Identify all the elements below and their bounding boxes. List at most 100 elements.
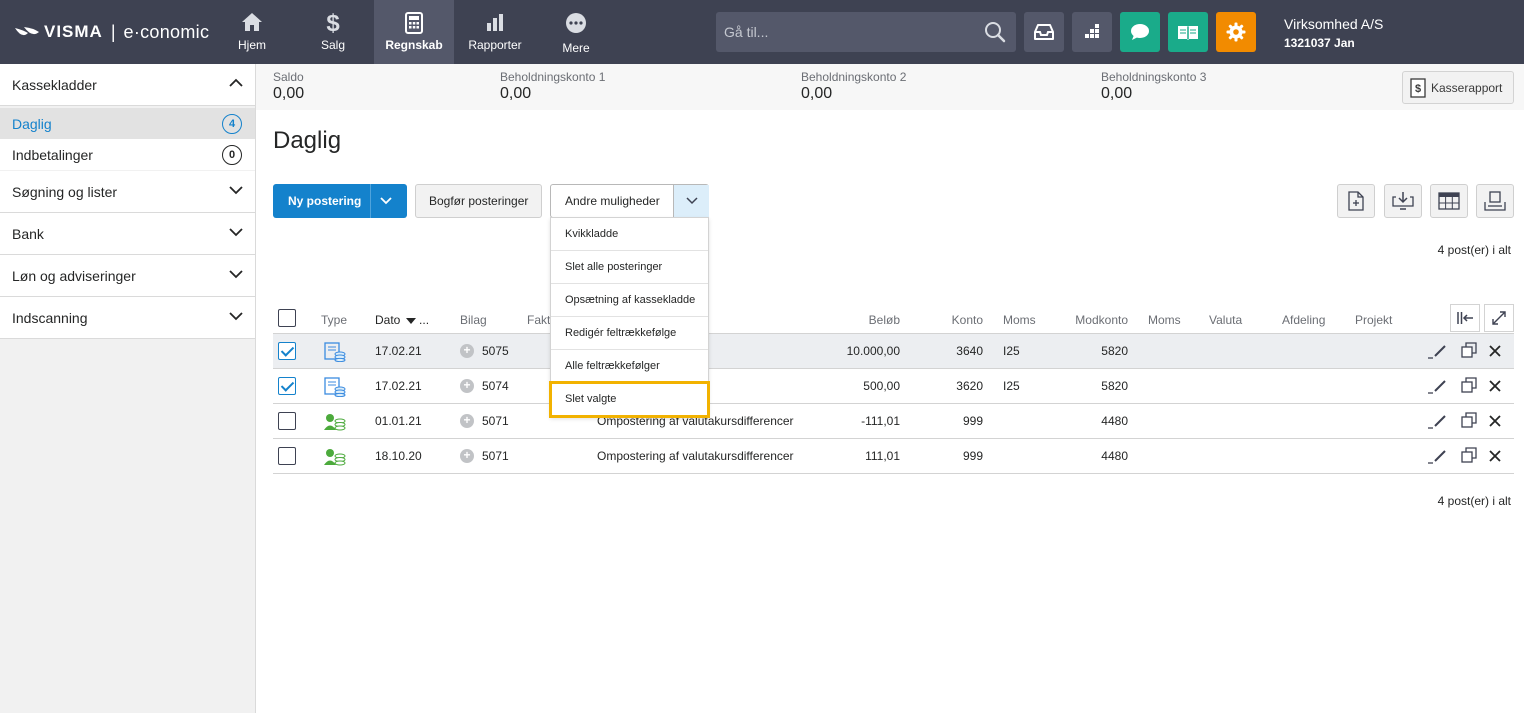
col-currency[interactable]: Valuta <box>1209 313 1242 327</box>
cell-account: 999 <box>962 414 983 428</box>
col-type[interactable]: Type <box>321 313 347 327</box>
company-switcher[interactable]: Virksomhed A/S 1321037 Jan <box>1284 16 1383 50</box>
other-options-toggle[interactable] <box>673 185 709 217</box>
nav-mere[interactable]: Mere <box>536 0 616 64</box>
table-row[interactable]: 18.10.20 + 5071 Ompostering af valutakur… <box>273 439 1514 474</box>
menu-item-kvikkladde[interactable]: Kvikkladde <box>551 218 708 251</box>
collapse-columns-button[interactable] <box>1450 304 1480 332</box>
kasserapport-button[interactable]: $ Kasserapport <box>1402 71 1514 104</box>
sidebar-section-indscanning[interactable]: Indscanning <box>0 297 255 339</box>
download-monitor-icon <box>1392 192 1414 210</box>
edit-icon[interactable] <box>1427 448 1447 464</box>
sidebar-item-daglig[interactable]: Daglig 4 <box>0 108 255 139</box>
balance-beholdning-3: Beholdningskonto 3 0,00 <box>1101 70 1206 103</box>
new-document-button[interactable] <box>1337 184 1375 218</box>
col-date[interactable]: Dato ... <box>375 313 429 327</box>
cell-vat: I25 <box>1003 379 1020 393</box>
balance-label: Saldo <box>273 70 304 84</box>
table-row[interactable]: 17.02.21 + 5075 10.000,00 3640 I25 5820 <box>273 334 1514 369</box>
cell-vat: I25 <box>1003 344 1020 358</box>
edit-icon[interactable] <box>1427 343 1447 359</box>
table-header: Type Dato ... Bilag Fakt Beløb Konto Mom… <box>273 304 1514 334</box>
inbox-button[interactable] <box>1024 12 1064 52</box>
sidebar-section-bank[interactable]: Bank <box>0 213 255 255</box>
col-vat[interactable]: Moms <box>1003 313 1036 327</box>
delete-icon[interactable] <box>1489 380 1501 392</box>
row-checkbox[interactable] <box>278 447 296 465</box>
dollar-icon: $ <box>326 12 340 34</box>
col-vat-offset[interactable]: Moms <box>1148 313 1181 327</box>
goto-search <box>716 12 1016 52</box>
copy-icon[interactable] <box>1461 342 1477 358</box>
copy-icon[interactable] <box>1461 447 1477 463</box>
col-amount[interactable]: Beløb <box>833 313 900 327</box>
col-department[interactable]: Afdeling <box>1282 313 1325 327</box>
nav-regnskab[interactable]: Regnskab <box>374 0 454 64</box>
col-project[interactable]: Projekt <box>1355 313 1392 327</box>
nav-label: Regnskab <box>385 38 443 52</box>
nav-label: Mere <box>562 41 590 55</box>
sidebar-section-kassekladder[interactable]: Kassekladder <box>0 64 255 106</box>
visma-logo[interactable]: VISMA | e·conomic <box>14 20 209 44</box>
table-row[interactable]: 17.02.21 + 5074 500,00 3620 I25 5820 <box>273 369 1514 404</box>
balance-saldo: Saldo 0,00 <box>273 70 304 103</box>
cell-offset: 5820 <box>1101 344 1128 358</box>
delete-icon[interactable] <box>1489 450 1501 462</box>
delete-icon[interactable] <box>1489 415 1501 427</box>
search-icon[interactable] <box>984 21 1006 43</box>
import-button[interactable] <box>1384 184 1422 218</box>
chat-button[interactable] <box>1120 12 1160 52</box>
sidebar-section-sogning[interactable]: Søgning og lister <box>0 171 255 213</box>
row-checkbox[interactable] <box>278 377 296 395</box>
row-checkbox[interactable] <box>278 342 296 360</box>
delete-icon[interactable] <box>1489 345 1501 357</box>
sidebar: Kassekladder Daglig 4 Indbetalinger 0 Sø… <box>0 64 256 713</box>
menu-item-all-field-orders[interactable]: Alle feltrækkefølger <box>551 350 708 383</box>
cell-text: Ompostering af valutakursdifferencer <box>597 449 794 463</box>
edit-icon[interactable] <box>1427 378 1447 394</box>
chevron-down-icon <box>229 228 243 237</box>
edit-icon[interactable] <box>1427 413 1447 429</box>
select-all-checkbox[interactable] <box>278 309 296 327</box>
add-attachment-icon[interactable]: + <box>460 379 474 393</box>
menu-item-delete-selected[interactable]: Slet valgte <box>549 381 710 418</box>
chevron-down-icon[interactable] <box>379 196 393 206</box>
col-bilag[interactable]: Bilag <box>460 313 487 327</box>
post-entries-button[interactable]: Bogfør posteringer <box>415 184 542 218</box>
cell-date: 18.10.20 <box>375 449 422 463</box>
new-entry-button[interactable]: Ny postering <box>273 184 407 218</box>
col-offset-account[interactable]: Modkonto <box>1058 313 1128 327</box>
help-book-button[interactable] <box>1168 12 1208 52</box>
copy-icon[interactable] <box>1461 377 1477 393</box>
visma-swoosh-icon <box>15 27 39 36</box>
sidebar-section-lon[interactable]: Løn og adviseringer <box>0 255 255 297</box>
add-attachment-icon[interactable]: + <box>460 344 474 358</box>
apps-button[interactable] <box>1072 12 1112 52</box>
add-attachment-icon[interactable]: + <box>460 414 474 428</box>
table-row[interactable]: 01.01.21 + 5071 Ompostering af valutakur… <box>273 404 1514 439</box>
table-view-button[interactable] <box>1430 184 1468 218</box>
col-faktura[interactable]: Fakt <box>527 313 550 327</box>
other-options-button[interactable]: Andre muligheder <box>550 184 709 218</box>
sidebar-item-indbetalinger[interactable]: Indbetalinger 0 <box>0 139 255 170</box>
sidebar-section-label: Bank <box>12 226 44 242</box>
menu-item-edit-field-order[interactable]: Redigér feltrækkefølge <box>551 317 708 350</box>
menu-item-journal-setup[interactable]: Opsætning af kassekladde <box>551 284 708 317</box>
balance-label: Beholdningskonto 2 <box>801 70 907 84</box>
nav-salg[interactable]: $ Salg <box>293 0 373 64</box>
copy-icon[interactable] <box>1461 412 1477 428</box>
sidebar-item-label: Indbetalinger <box>12 147 93 163</box>
goto-search-input[interactable] <box>716 12 976 52</box>
nav-hjem[interactable]: Hjem <box>212 0 292 64</box>
settings-button[interactable] <box>1216 12 1256 52</box>
expand-table-button[interactable] <box>1484 304 1514 332</box>
add-attachment-icon[interactable]: + <box>460 449 474 463</box>
balances-strip: Saldo 0,00 Beholdningskonto 1 0,00 Behol… <box>256 64 1524 110</box>
cell-offset: 4480 <box>1101 414 1128 428</box>
col-account[interactable]: Konto <box>923 313 983 327</box>
print-button[interactable] <box>1476 184 1514 218</box>
row-checkbox[interactable] <box>278 412 296 430</box>
menu-item-delete-all[interactable]: Slet alle posteringer <box>551 251 708 284</box>
product-name: e·conomic <box>123 21 210 42</box>
nav-rapporter[interactable]: Rapporter <box>455 0 535 64</box>
